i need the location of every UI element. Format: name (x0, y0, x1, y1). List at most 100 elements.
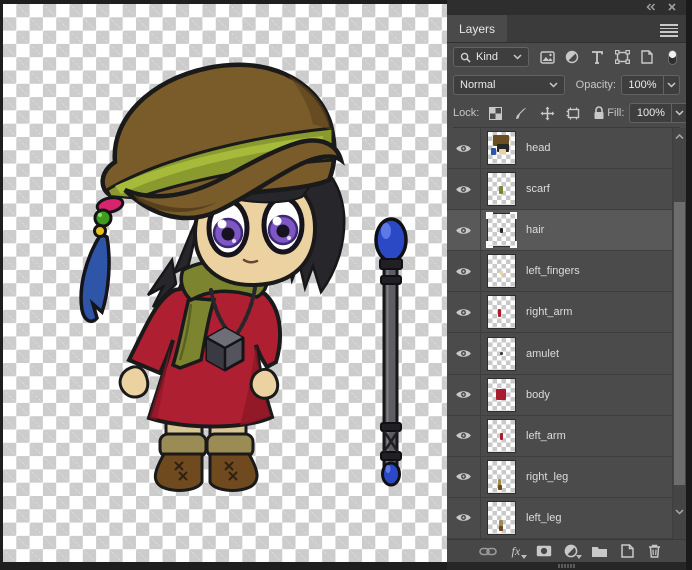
layers-panel: Layers Kind Normal Opacity: 100% Lock: F… (447, 0, 689, 570)
layer-thumbnail-cell (481, 333, 516, 373)
lock-pixels-brush-icon[interactable] (513, 105, 529, 121)
panel-tab-row: Layers (447, 15, 686, 43)
layer-visibility-toggle[interactable] (447, 169, 481, 210)
layer-name[interactable]: left_fingers (515, 251, 580, 291)
layer-thumbnail[interactable] (487, 500, 516, 535)
filtering-toggle-switch[interactable] (664, 49, 680, 65)
smart-object-filter-icon[interactable] (639, 49, 655, 65)
layer-thumbnail-cell (481, 457, 516, 497)
layer-thumbnail-cell (481, 292, 516, 332)
selection-bracket (486, 241, 493, 249)
layer-thumbnail-cell (481, 210, 517, 250)
scroll-down-icon[interactable] (673, 505, 686, 519)
layer-name[interactable]: scarf (515, 169, 550, 209)
layer-row-right_leg[interactable]: right_leg (447, 456, 672, 498)
layer-visibility-toggle[interactable] (447, 415, 481, 456)
adjustment-layer-filter-icon[interactable] (564, 49, 580, 65)
chevron-down-icon (549, 82, 558, 88)
layer-visibility-toggle[interactable] (447, 251, 481, 292)
lock-position-move-icon[interactable] (539, 105, 555, 121)
link-layers-icon[interactable] (479, 543, 497, 559)
chevron-down-icon (667, 82, 676, 88)
new-adjustment-layer-icon[interactable] (562, 543, 583, 559)
pixel-layer-filter-icon[interactable] (539, 49, 555, 65)
fill-value: 100% (636, 107, 665, 119)
layer-thumbnail[interactable] (487, 254, 516, 289)
close-panel-icon[interactable] (668, 2, 676, 13)
photoshop-window: Layers Kind Normal Opacity: 100% Lock: F… (0, 0, 692, 570)
add-layer-mask-icon[interactable] (535, 543, 553, 559)
layer-row-right_arm[interactable]: right_arm (447, 292, 672, 334)
panel-controls: Kind Normal Opacity: 100% Lock: Fill: 10… (447, 43, 689, 128)
layer-thumbnail[interactable] (487, 131, 516, 166)
layer-thumbnail[interactable] (487, 377, 516, 412)
fill-label: Fill: (607, 107, 625, 119)
bead-yellow (93, 224, 107, 238)
layer-row-left_fingers[interactable]: left_fingers (447, 251, 672, 293)
panel-resize-gripper[interactable] (447, 562, 686, 570)
tab-layers[interactable]: Layers (447, 15, 508, 42)
scroll-up-icon[interactable] (673, 130, 686, 144)
selection-bracket (486, 212, 493, 220)
layer-visibility-toggle[interactable] (447, 292, 481, 333)
fill-value-field[interactable]: 100% (629, 103, 672, 123)
layer-thumbnail[interactable] (487, 459, 516, 494)
lock-artboard-icon[interactable] (565, 105, 581, 121)
layer-name[interactable]: right_arm (515, 292, 572, 332)
character-artwork (79, 62, 408, 492)
layer-name[interactable]: left_leg (515, 498, 561, 538)
filter-row: Kind (453, 43, 680, 71)
opacity-value-field[interactable]: 100% (621, 75, 663, 95)
blend-mode-select[interactable]: Normal (453, 75, 565, 95)
layer-row-body[interactable]: body (447, 374, 672, 416)
lock-transparency-icon[interactable] (487, 105, 503, 121)
layer-thumbnail[interactable] (487, 418, 516, 453)
opacity-value: 100% (628, 79, 657, 91)
opacity-dropdown-button[interactable] (663, 75, 680, 95)
panel-menu-icon[interactable] (660, 24, 678, 39)
layer-visibility-toggle[interactable] (447, 128, 481, 169)
layer-visibility-toggle[interactable] (447, 374, 481, 415)
feather (79, 231, 111, 323)
shape-layer-filter-icon[interactable] (614, 49, 630, 65)
tab-layers-label: Layers (459, 21, 496, 36)
scrollbar-thumb[interactable] (674, 202, 685, 485)
layer-name[interactable]: hair (515, 210, 544, 250)
layer-row-head[interactable]: head (447, 128, 672, 170)
adjustment-dropdown-arrow-icon (576, 555, 583, 559)
new-layer-icon[interactable] (618, 543, 636, 559)
layer-style-fx-icon[interactable]: fx (507, 543, 527, 559)
layer-row-scarf[interactable]: scarf (447, 169, 672, 211)
layer-row-amulet[interactable]: amulet (447, 333, 672, 375)
delete-layer-trash-icon[interactable] (646, 543, 664, 559)
layer-visibility-toggle[interactable] (447, 456, 481, 497)
layer-thumbnail[interactable] (487, 295, 516, 330)
layer-row-hair[interactable]: hair (447, 210, 672, 252)
layer-name[interactable]: head (515, 128, 550, 168)
layer-thumbnail[interactable] (487, 336, 516, 371)
layer-row-left_arm[interactable]: left_arm (447, 415, 672, 457)
new-group-folder-icon[interactable] (590, 543, 608, 559)
layer-row-left_leg[interactable]: left_leg (447, 497, 672, 539)
document-canvas[interactable] (3, 4, 447, 562)
layer-name[interactable]: left_arm (515, 416, 566, 456)
layer-thumbnail[interactable] (486, 212, 517, 249)
collapse-panel-icon[interactable] (646, 2, 656, 13)
selection-bracket (510, 212, 517, 220)
layer-visibility-toggle[interactable] (447, 210, 481, 251)
fx-dropdown-arrow-icon (520, 555, 527, 559)
hat-charms (79, 196, 125, 323)
layer-visibility-toggle[interactable] (447, 497, 481, 538)
layer-visibility-toggle[interactable] (447, 333, 481, 374)
layer-thumbnail[interactable] (487, 172, 516, 207)
layers-scrollbar[interactable] (672, 128, 686, 539)
kind-filter-label: Kind (476, 51, 499, 63)
layer-name[interactable]: amulet (515, 333, 559, 373)
layer-list-area: head scarf hair left_fingers right_arm a… (447, 128, 686, 539)
chevron-down-icon (513, 54, 522, 60)
type-layer-filter-icon[interactable] (589, 49, 605, 65)
layer-name[interactable]: body (515, 375, 550, 415)
layer-name[interactable]: right_leg (515, 457, 568, 497)
lock-all-icon[interactable] (591, 105, 607, 121)
kind-filter-select[interactable]: Kind (453, 47, 529, 67)
